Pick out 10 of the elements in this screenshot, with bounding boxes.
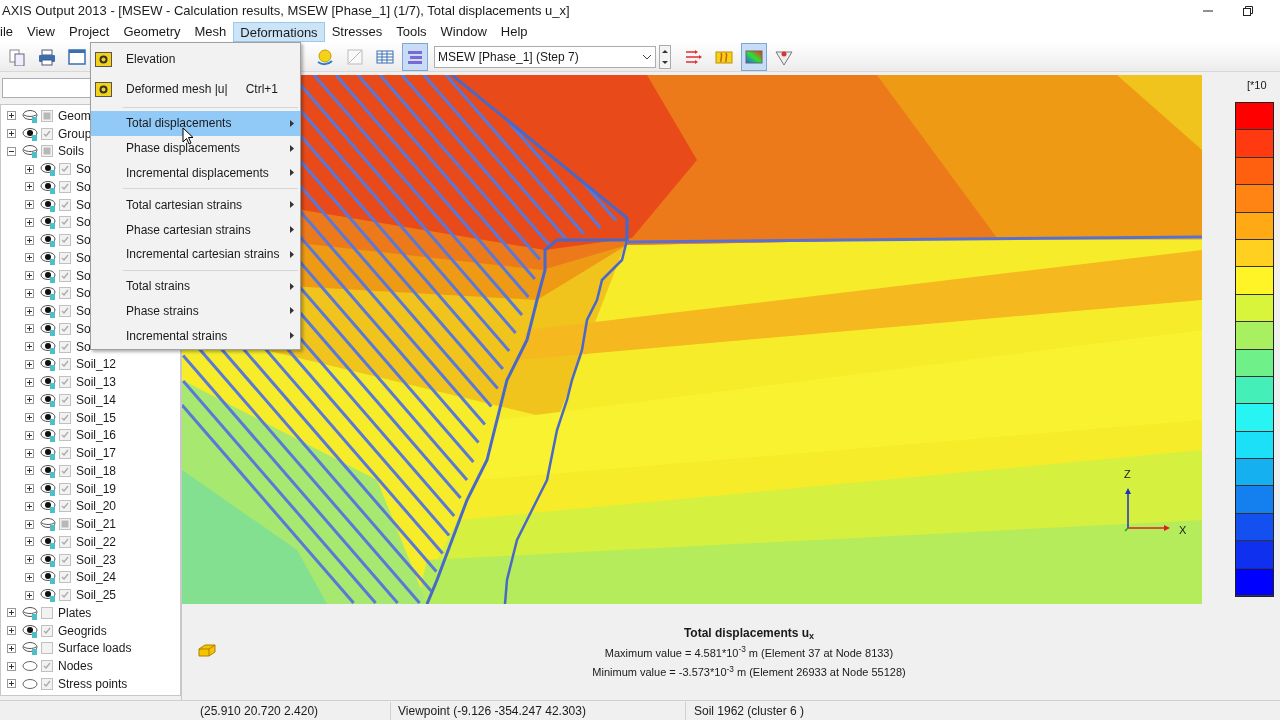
result-line: Maximum value = 4.581*10$^{-3}$ m (Element 37 at Node 8133) bbox=[604, 644, 894, 661]
results-title: Total displacements u$_{x}$ bbox=[683, 624, 815, 642]
window-title: AXIS Output 2013 - [MSEW - Calculation results, MSEW [Phase_1] (1/7), Total displacements u_x] bbox=[1, 2, 570, 21]
z-axis-label: Z bbox=[1124, 467, 1131, 482]
x-axis-label: X bbox=[1179, 523, 1187, 538]
status-field: Viewpoint (-9.126 -354.247 42.303) bbox=[390, 701, 685, 720]
legend-unit-label: [*10 bbox=[1247, 78, 1267, 93]
status-field: (25.910 20.720 2.420) bbox=[0, 701, 390, 720]
status-field: Soil 1962 (cluster 6 ) bbox=[685, 701, 985, 720]
result-line: Minimum value = -3.573*10$^{-3}$ m (Element 26933 at Node 55128) bbox=[592, 664, 906, 680]
